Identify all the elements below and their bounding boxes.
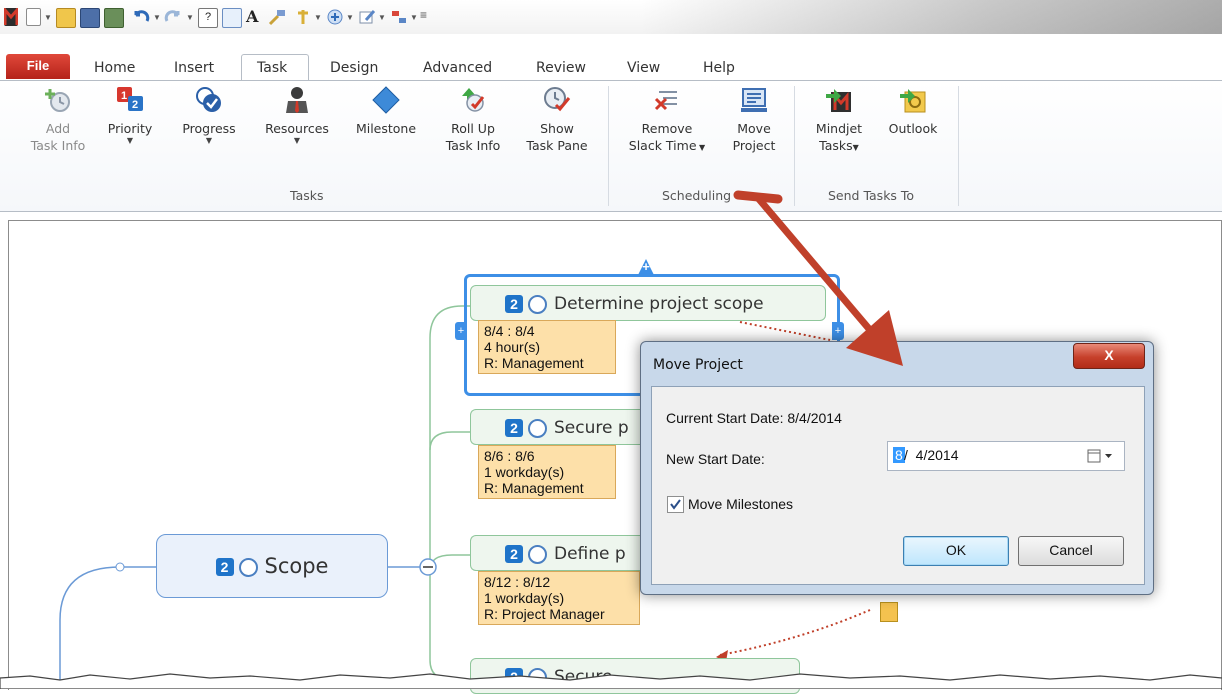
task-duration: 4 hour(s) xyxy=(484,339,541,355)
task-resource: R: Management xyxy=(484,480,584,496)
task-duration: 1 workday(s) xyxy=(484,464,565,480)
topic-label: Determine project scope xyxy=(554,294,764,314)
task-duration: 1 workday(s) xyxy=(484,590,565,606)
progress-ring-icon[interactable] xyxy=(238,557,258,577)
current-start-date-label: Current Start Date: 8/4/2014 xyxy=(666,410,842,426)
date-rest-segment[interactable]: / 4/2014 xyxy=(904,447,959,463)
dialog-title: Move Project xyxy=(653,357,743,373)
priority-badge: 2 xyxy=(505,545,523,563)
progress-ring-icon[interactable] xyxy=(528,544,547,564)
expand-left-icon[interactable]: + xyxy=(455,322,467,340)
new-start-date-label: New Start Date: xyxy=(666,451,765,467)
topic-determine-scope[interactable]: 2 Determine project scope xyxy=(470,285,826,321)
progress-ring-icon[interactable] xyxy=(528,418,547,438)
dependency-marker-icon[interactable] xyxy=(880,602,898,622)
progress-ring-icon[interactable] xyxy=(528,294,547,314)
task-resource: R: Management xyxy=(484,355,584,371)
task-info-box[interactable]: 8/6 : 8/6 1 workday(s) R: Management xyxy=(478,445,616,499)
task-dates: 8/12 : 8/12 xyxy=(484,574,551,590)
ok-button[interactable]: OK xyxy=(903,536,1009,566)
cancel-button[interactable]: Cancel xyxy=(1018,536,1124,566)
task-info-box[interactable]: 8/12 : 8/12 1 workday(s) R: Project Mana… xyxy=(478,571,640,625)
task-info-box[interactable]: 8/4 : 8/4 4 hour(s) R: Management xyxy=(478,320,616,374)
torn-edge xyxy=(0,673,1222,689)
topic-label: Define p xyxy=(554,544,626,564)
topic-label: Secure p xyxy=(554,418,629,438)
priority-badge: 2 xyxy=(215,558,234,576)
task-resource: R: Project Manager xyxy=(484,606,605,622)
central-topic-scope[interactable]: 2 Scope xyxy=(156,534,388,598)
calendar-dropdown-icon[interactable] xyxy=(1086,447,1116,465)
move-milestones-checkbox[interactable] xyxy=(667,496,684,513)
dialog-close-button[interactable]: X xyxy=(1073,343,1145,369)
task-dates: 8/6 : 8/6 xyxy=(484,448,535,464)
move-milestones-label[interactable]: Move Milestones xyxy=(688,496,793,512)
central-topic-label: Scope xyxy=(264,554,329,578)
priority-badge: 2 xyxy=(505,419,523,437)
new-start-date-picker[interactable]: 8 / 4/2014 xyxy=(887,441,1125,471)
task-dates: 8/4 : 8/4 xyxy=(484,323,535,339)
expand-right-icon[interactable]: + xyxy=(832,322,844,340)
priority-badge: 2 xyxy=(505,295,523,313)
